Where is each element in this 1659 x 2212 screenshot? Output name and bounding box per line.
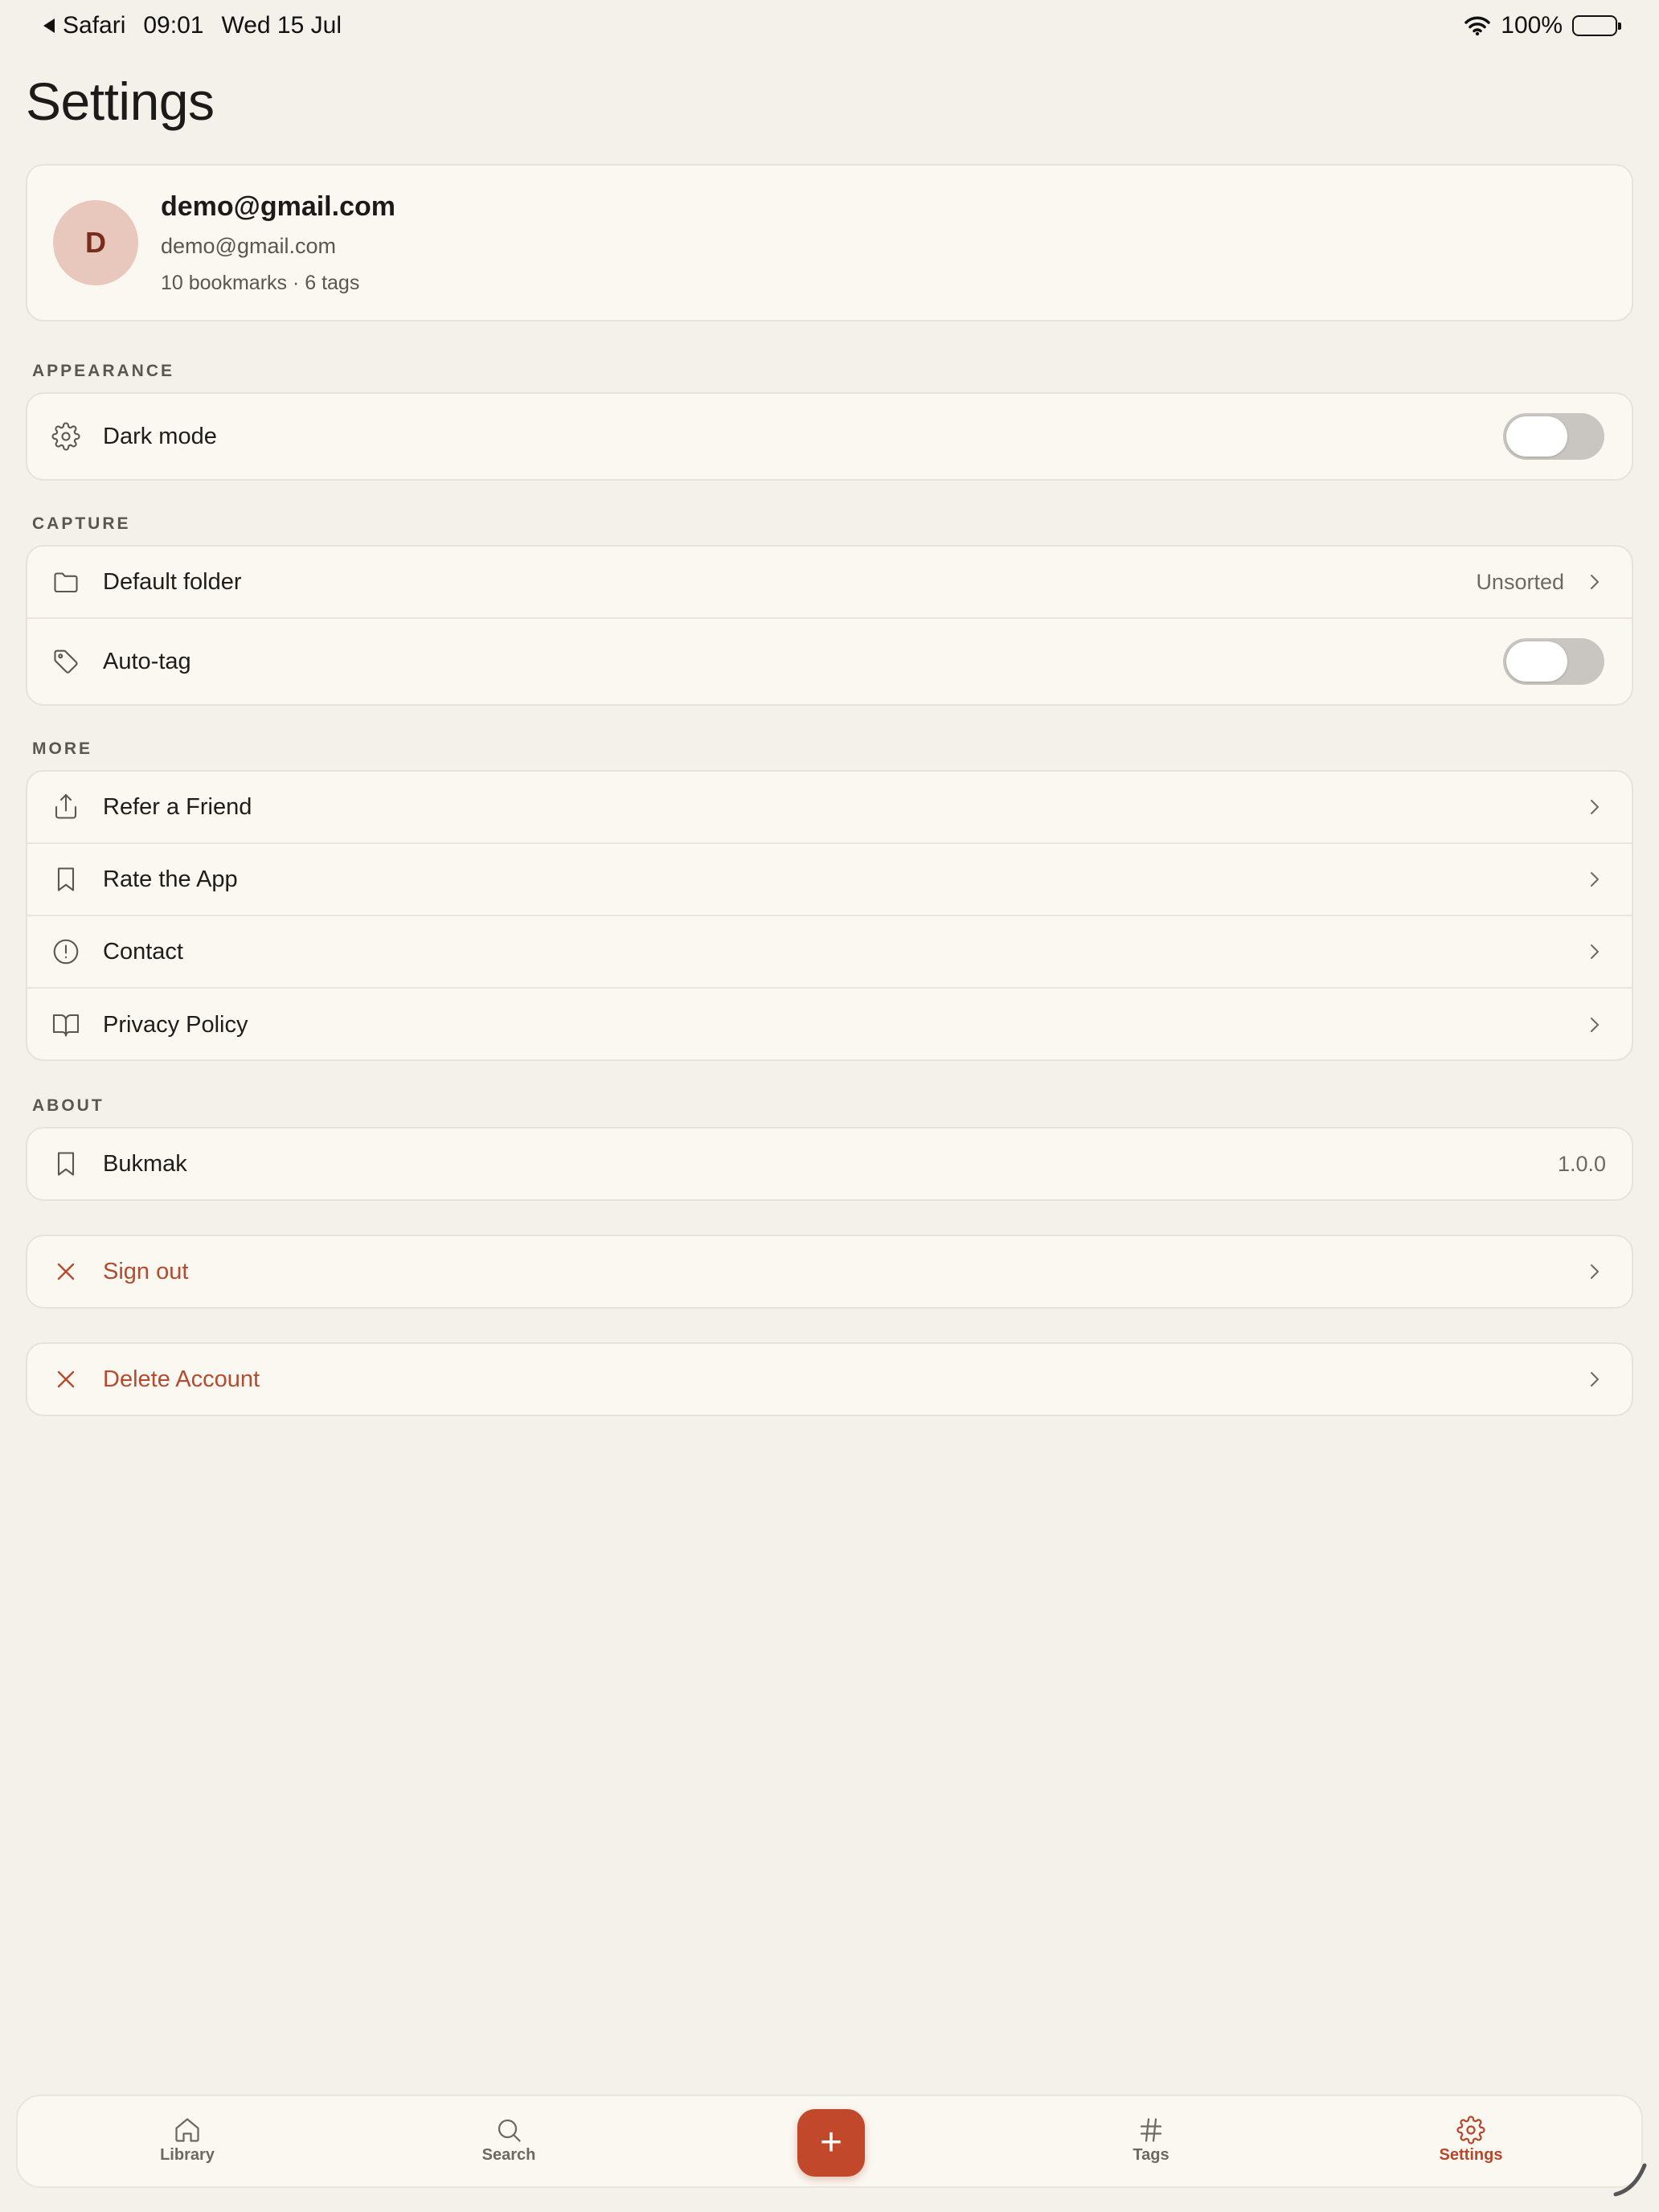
- gear-icon: [50, 420, 82, 453]
- privacy-policy-row[interactable]: Privacy Policy: [27, 989, 1632, 1059]
- battery-percent: 100%: [1501, 12, 1563, 39]
- gear-icon: [1456, 2116, 1485, 2144]
- tab-search[interactable]: Search: [428, 2116, 589, 2165]
- chevron-right-icon: [1583, 868, 1606, 891]
- auto-tag-row: Auto-tag: [27, 619, 1632, 704]
- alert-circle-icon: [50, 936, 82, 968]
- hash-icon: [1140, 2118, 1162, 2142]
- appearance-card: Dark mode: [26, 392, 1633, 481]
- tag-icon: [50, 645, 82, 678]
- default-folder-label: Default folder: [103, 568, 242, 595]
- chevron-right-icon: [1583, 571, 1606, 593]
- chevron-right-icon: [1583, 1014, 1606, 1036]
- tab-search-label: Search: [481, 2146, 536, 2164]
- dark-mode-label: Dark mode: [103, 423, 217, 449]
- chevron-right-icon: [1583, 796, 1606, 818]
- refer-friend-row[interactable]: Refer a Friend: [27, 772, 1632, 844]
- section-header-capture: CAPTURE: [32, 514, 131, 533]
- capture-card: Default folder Unsorted Auto-tag: [26, 545, 1633, 706]
- settings-screen: Safari 09:01 Wed 15 Jul 100% Settings D …: [0, 0, 1659, 2212]
- sign-out-card: Sign out: [26, 1235, 1633, 1309]
- sign-out-button[interactable]: Sign out: [27, 1236, 1632, 1307]
- profile-card[interactable]: D demo@gmail.com demo@gmail.com 10 bookm…: [26, 164, 1633, 322]
- book-open-icon: [50, 1009, 82, 1041]
- page-title: Settings: [26, 72, 215, 131]
- profile-stats: 10 bookmarks · 6 tags: [161, 271, 360, 294]
- home-icon: [175, 2118, 199, 2142]
- bookmark-icon: [50, 1148, 82, 1180]
- folder-icon: [50, 566, 82, 598]
- dark-mode-row: Dark mode: [27, 394, 1632, 479]
- back-triangle-icon: [43, 18, 55, 33]
- chevron-right-icon: [1583, 1368, 1606, 1391]
- profile-name: demo@gmail.com: [161, 190, 395, 222]
- contact-label: Contact: [103, 938, 183, 965]
- resize-handle-icon[interactable]: [1611, 2161, 1648, 2198]
- search-icon: [498, 2119, 521, 2142]
- delete-account-label: Delete Account: [103, 1366, 260, 1392]
- refer-friend-label: Refer a Friend: [103, 793, 252, 820]
- tab-bar: Library Search + Tags Settings: [16, 2095, 1643, 2188]
- wifi-icon: [1464, 16, 1491, 36]
- rate-app-label: Rate the App: [103, 866, 238, 892]
- back-to-app[interactable]: Safari: [42, 12, 125, 39]
- dark-mode-toggle[interactable]: [1503, 413, 1604, 460]
- about-card: Bukmak 1.0.0: [26, 1127, 1633, 1201]
- privacy-policy-label: Privacy Policy: [103, 1011, 248, 1038]
- tab-library[interactable]: Library: [107, 2116, 268, 2165]
- avatar: D: [53, 200, 138, 285]
- default-folder-value: Unsorted: [1476, 569, 1564, 594]
- section-header-more: MORE: [32, 739, 92, 758]
- close-icon: [50, 1363, 82, 1395]
- battery-icon: [1572, 15, 1621, 36]
- app-version-row: Bukmak 1.0.0: [27, 1129, 1632, 1199]
- tab-tags[interactable]: Tags: [1071, 2116, 1231, 2165]
- default-folder-row[interactable]: Default folder Unsorted: [27, 547, 1632, 619]
- status-time: 09:01: [143, 12, 204, 39]
- tab-settings[interactable]: Settings: [1391, 2116, 1551, 2165]
- auto-tag-label: Auto-tag: [103, 648, 191, 674]
- tab-tags-label: Tags: [1133, 2146, 1169, 2164]
- close-icon: [50, 1256, 82, 1288]
- rate-app-row[interactable]: Rate the App: [27, 844, 1632, 916]
- tab-settings-label: Settings: [1439, 2146, 1503, 2164]
- tab-library-label: Library: [160, 2146, 215, 2164]
- auto-tag-toggle[interactable]: [1503, 638, 1604, 685]
- contact-row[interactable]: Contact: [27, 916, 1632, 989]
- chevron-right-icon: [1583, 940, 1606, 963]
- profile-email: demo@gmail.com: [161, 233, 336, 258]
- section-header-appearance: APPEARANCE: [32, 362, 175, 380]
- delete-account-button[interactable]: Delete Account: [27, 1344, 1632, 1415]
- back-app-label: Safari: [63, 12, 126, 39]
- delete-account-card: Delete Account: [26, 1342, 1633, 1416]
- status-date: Wed 15 Jul: [221, 12, 342, 39]
- app-version: 1.0.0: [1557, 1151, 1606, 1176]
- chevron-right-icon: [1583, 1260, 1606, 1283]
- app-name: Bukmak: [103, 1150, 187, 1177]
- section-header-about: ABOUT: [32, 1096, 104, 1115]
- more-card: Refer a Friend Rate the App Contact Priv…: [26, 770, 1633, 1061]
- add-bookmark-button[interactable]: +: [797, 2109, 865, 2177]
- sign-out-label: Sign out: [103, 1258, 189, 1284]
- status-bar: Safari 09:01 Wed 15 Jul 100%: [0, 0, 1659, 51]
- share-icon: [50, 791, 82, 823]
- bookmark-icon: [50, 863, 82, 895]
